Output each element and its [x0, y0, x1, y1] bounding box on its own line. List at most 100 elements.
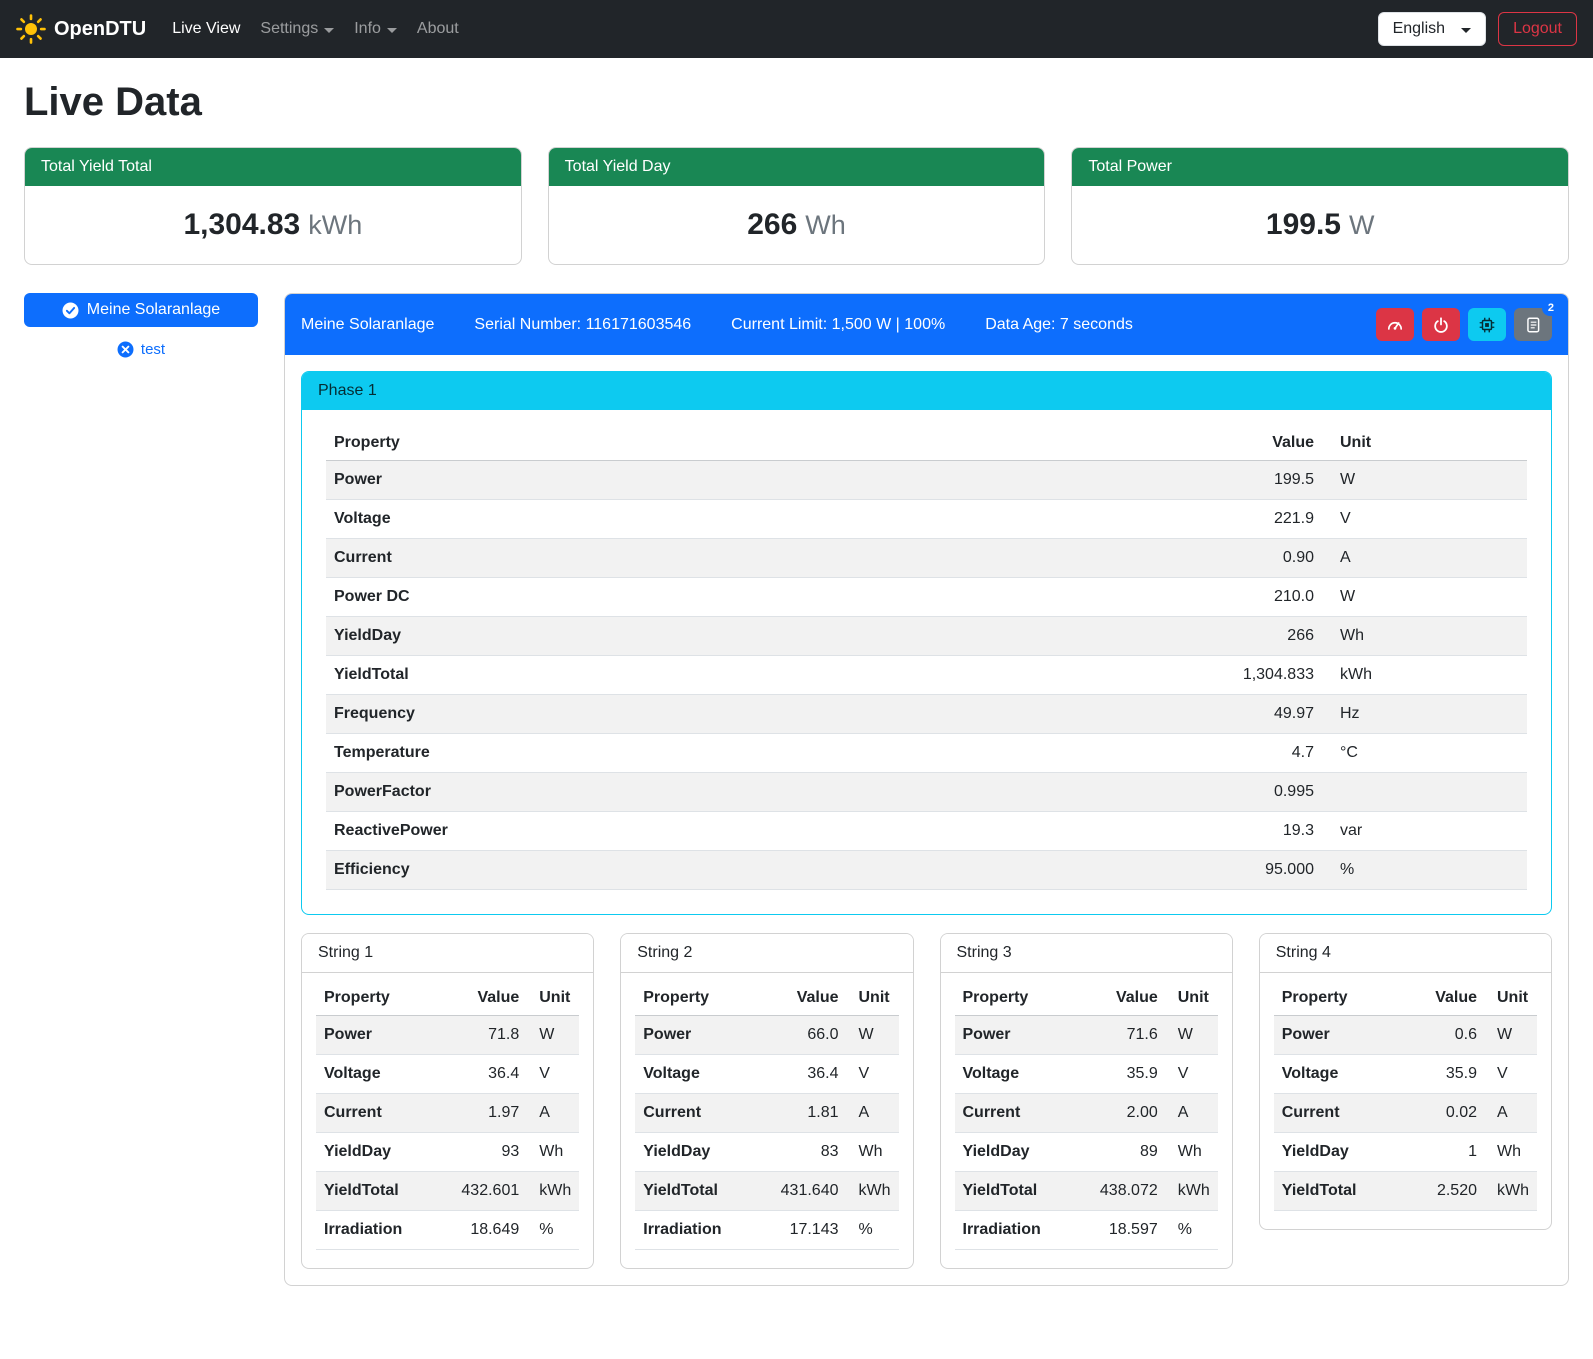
table-row: Power71.8W [316, 1016, 579, 1055]
total-power-card: Total Power 199.5W [1071, 147, 1569, 265]
property-cell: YieldDay [635, 1133, 768, 1172]
card-value: 1,304.83 [183, 208, 300, 241]
card-unit: kWh [308, 210, 362, 240]
power-control-button[interactable] [1422, 308, 1460, 341]
property-cell: YieldTotal [955, 1172, 1088, 1211]
table-row: YieldTotal431.640kWh [635, 1172, 898, 1211]
table-row: Power71.6W [955, 1016, 1218, 1055]
table-row: Voltage221.9V [326, 500, 1527, 539]
value-cell: 71.6 [1088, 1016, 1166, 1055]
unit-cell: Wh [847, 1133, 899, 1172]
card-value: 199.5 [1266, 208, 1341, 241]
card-value: 266 [747, 208, 797, 241]
property-cell: Power [1274, 1016, 1407, 1055]
unit-cell: kWh [1322, 656, 1527, 695]
card-title: Total Yield Day [549, 148, 1045, 186]
value-cell: 438.072 [1088, 1172, 1166, 1211]
table-row: YieldDay89Wh [955, 1133, 1218, 1172]
property-cell: YieldTotal [326, 656, 1172, 695]
brand-link[interactable]: OpenDTU [16, 14, 146, 44]
column-header-value: Value [769, 981, 847, 1016]
value-cell: 0.90 [1172, 539, 1322, 578]
table-row: Current0.90A [326, 539, 1527, 578]
unit-cell: Wh [1322, 617, 1527, 656]
property-cell: YieldTotal [316, 1172, 449, 1211]
table-row: Power DC210.0W [326, 578, 1527, 617]
unit-cell: kWh [1166, 1172, 1218, 1211]
property-cell: Power DC [326, 578, 1172, 617]
property-cell: Current [326, 539, 1172, 578]
chevron-down-icon [1461, 28, 1471, 33]
value-cell: 4.7 [1172, 734, 1322, 773]
value-cell: 49.97 [1172, 695, 1322, 734]
inverter-serial: Serial Number: 116171603546 [474, 316, 691, 334]
property-cell: Power [326, 461, 1172, 500]
language-select[interactable]: English [1378, 12, 1486, 46]
summary-row: Total Yield Total 1,304.83kWh Total Yiel… [24, 147, 1569, 265]
event-log-button[interactable]: 2 [1514, 308, 1552, 341]
unit-cell: A [1166, 1094, 1218, 1133]
inverter-name: Meine Solaranlage [301, 316, 434, 334]
table-row: Irradiation18.597% [955, 1211, 1218, 1250]
table-row: Irradiation17.143% [635, 1211, 898, 1250]
unit-cell: Hz [1322, 695, 1527, 734]
property-cell: Voltage [635, 1055, 768, 1094]
unit-cell [1322, 773, 1527, 812]
value-cell: 2.00 [1088, 1094, 1166, 1133]
string-cards-row: String 1 Property Value Unit Power71.8WV… [301, 933, 1552, 1269]
event-count-badge: 2 [1542, 300, 1560, 316]
card-unit: W [1349, 210, 1374, 240]
property-cell: Current [1274, 1094, 1407, 1133]
nav-info[interactable]: Info [344, 12, 407, 46]
property-cell: YieldTotal [1274, 1172, 1407, 1211]
device-info-button[interactable] [1468, 308, 1506, 341]
journal-icon [1524, 316, 1542, 334]
nav-live-view[interactable]: Live View [162, 12, 250, 46]
inverter-card: Meine Solaranlage Serial Number: 1161716… [284, 293, 1569, 1286]
table-row: YieldTotal438.072kWh [955, 1172, 1218, 1211]
column-header-unit: Unit [1322, 426, 1527, 461]
value-cell: 221.9 [1172, 500, 1322, 539]
string-table-body: Power71.8WVoltage36.4VCurrent1.97AYieldD… [316, 1016, 579, 1250]
unit-cell: % [847, 1211, 899, 1250]
inverter-data-age: Data Age: 7 seconds [985, 316, 1133, 334]
property-cell: ReactivePower [326, 812, 1172, 851]
nav-about[interactable]: About [407, 12, 469, 46]
limit-settings-button[interactable] [1376, 308, 1414, 341]
table-row: Voltage36.4V [316, 1055, 579, 1094]
unit-cell: kWh [847, 1172, 899, 1211]
table-row: ReactivePower19.3var [326, 812, 1527, 851]
unit-cell: Wh [527, 1133, 579, 1172]
nav-settings[interactable]: Settings [250, 12, 344, 46]
property-cell: YieldTotal [635, 1172, 768, 1211]
unit-cell: % [1166, 1211, 1218, 1250]
navbar: OpenDTU Live View Settings Info About En… [0, 0, 1593, 58]
unit-cell: W [1485, 1016, 1537, 1055]
sidebar-item-test-inverter[interactable]: test [24, 341, 258, 358]
value-cell: 0.6 [1407, 1016, 1485, 1055]
chevron-down-icon [387, 28, 397, 33]
value-cell: 1 [1407, 1133, 1485, 1172]
string-card-title: String 3 [941, 934, 1232, 973]
x-circle-icon [117, 341, 134, 358]
string-table-body: Power71.6WVoltage35.9VCurrent2.00AYieldD… [955, 1016, 1218, 1250]
unit-cell: V [847, 1055, 899, 1094]
string-card-title: String 1 [302, 934, 593, 973]
column-header-property: Property [326, 426, 1172, 461]
unit-cell: % [1322, 851, 1527, 890]
logout-button[interactable]: Logout [1498, 12, 1577, 46]
unit-cell: A [1322, 539, 1527, 578]
property-cell: Current [955, 1094, 1088, 1133]
property-cell: Efficiency [326, 851, 1172, 890]
property-cell: YieldDay [316, 1133, 449, 1172]
table-row: Power0.6W [1274, 1016, 1537, 1055]
sidebar-item-label: test [141, 341, 165, 358]
property-cell: Current [316, 1094, 449, 1133]
value-cell: 0.995 [1172, 773, 1322, 812]
sidebar-item-selected-inverter[interactable]: Meine Solaranlage [24, 293, 258, 327]
page-title: Live Data [24, 80, 1569, 125]
value-cell: 432.601 [449, 1172, 527, 1211]
table-row: Current2.00A [955, 1094, 1218, 1133]
total-yield-total-card: Total Yield Total 1,304.83kWh [24, 147, 522, 265]
column-header-unit: Unit [847, 981, 899, 1016]
